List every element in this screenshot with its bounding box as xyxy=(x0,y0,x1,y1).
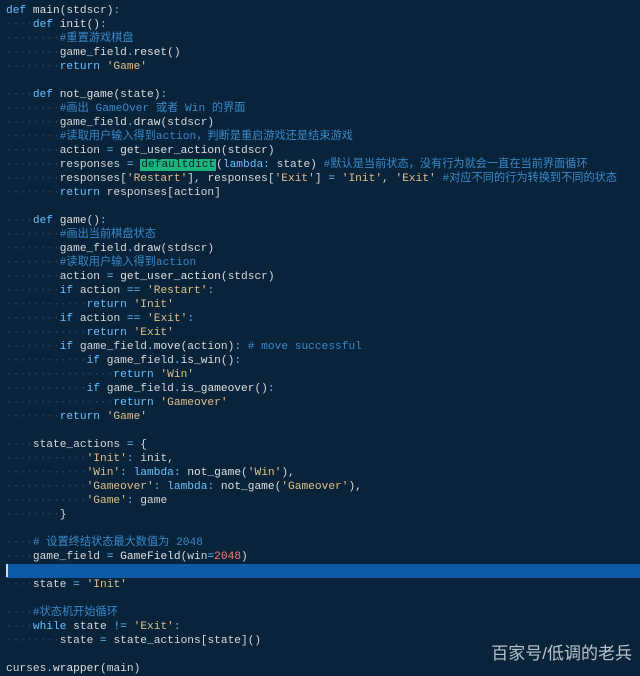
code-line: ········#读取用户输入得到action，判断是重启游戏还是结束游戏 xyxy=(6,130,640,144)
code-line: ········#画出 GameOver 或者 Win 的界面 xyxy=(6,102,640,116)
code-line: ············if game_field.is_gameover(): xyxy=(6,382,640,396)
code-line: ············'Win': lambda: not_game('Win… xyxy=(6,466,640,480)
cursor-line xyxy=(6,564,640,578)
code-line: ············return 'Init' xyxy=(6,298,640,312)
code-line: ········if action == 'Restart': xyxy=(6,284,640,298)
code-line: ········action = get_user_action(stdscr) xyxy=(6,144,640,158)
code-line: ········responses['Restart'], responses[… xyxy=(6,172,640,186)
code-line: ········if action == 'Exit': xyxy=(6,312,640,326)
code-line: ········#读取用户输入得到action xyxy=(6,256,640,270)
code-line: ············'Game': game xyxy=(6,494,640,508)
code-line: ············'Gameover': lambda: not_game… xyxy=(6,480,640,494)
code-line: ········return 'Game' xyxy=(6,60,640,74)
code-line: ····game_field = GameField(win=2048) xyxy=(6,550,640,564)
code-line xyxy=(6,522,640,536)
code-line xyxy=(6,648,640,662)
code-line: ····def init(): xyxy=(6,18,640,32)
code-line: ····# 设置终结状态最大数值为 2048 xyxy=(6,536,640,550)
code-line: ········if game_field.move(action): # mo… xyxy=(6,340,640,354)
code-line: ············'Init': init, xyxy=(6,452,640,466)
code-line: def main(stdscr): xyxy=(6,4,640,18)
code-line: ····def not_game(state): xyxy=(6,88,640,102)
code-line xyxy=(6,200,640,214)
code-line: ············return 'Exit' xyxy=(6,326,640,340)
code-line: ········#重置游戏棋盘 xyxy=(6,32,640,46)
code-line: ········state = state_actions[state]() xyxy=(6,634,640,648)
code-line xyxy=(6,592,640,606)
code-line: ········} xyxy=(6,508,640,522)
code-line: ················return 'Gameover' xyxy=(6,396,640,410)
code-editor-pane[interactable]: def main(stdscr):····def init():········… xyxy=(0,0,640,676)
code-line: ····state_actions = { xyxy=(6,438,640,452)
code-line: ············if game_field.is_win(): xyxy=(6,354,640,368)
code-line: ····while state != 'Exit': xyxy=(6,620,640,634)
code-line: ········game_field.draw(stdscr) xyxy=(6,116,640,130)
code-line: ········#画出当前棋盘状态 xyxy=(6,228,640,242)
code-line: ················return 'Win' xyxy=(6,368,640,382)
code-line: ····state = 'Init' xyxy=(6,578,640,592)
code-line: ········return 'Game' xyxy=(6,410,640,424)
code-line: ····#状态机开始循环 xyxy=(6,606,640,620)
code-line: ····def game(): xyxy=(6,214,640,228)
code-line: ········responses = defaultdict(lambda: … xyxy=(6,158,640,172)
code-line xyxy=(6,74,640,88)
code-line: ········game_field.reset() xyxy=(6,46,640,60)
code-line: ········action = get_user_action(stdscr) xyxy=(6,270,640,284)
code-line xyxy=(6,424,640,438)
code-line: ········game_field.draw(stdscr) xyxy=(6,242,640,256)
code-line: ········return responses[action] xyxy=(6,186,640,200)
code-line: curses.wrapper(main) xyxy=(6,662,640,676)
